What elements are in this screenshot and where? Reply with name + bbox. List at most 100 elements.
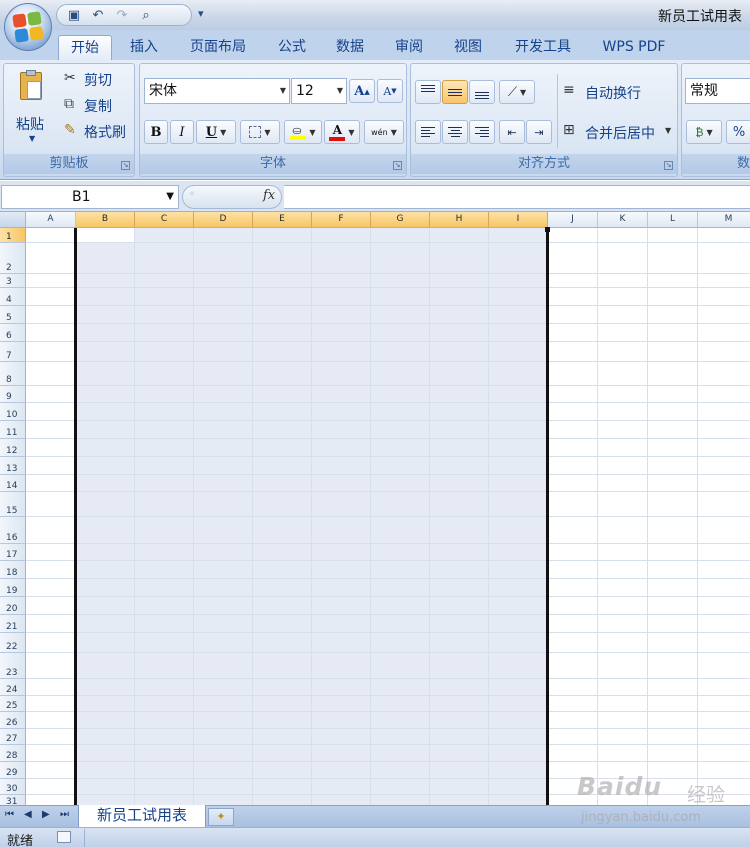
- align-top-button[interactable]: [415, 80, 441, 104]
- select-all-button[interactable]: [0, 212, 26, 228]
- column-header-g[interactable]: G: [371, 212, 430, 228]
- column-header-k[interactable]: K: [598, 212, 648, 228]
- font-launcher-icon[interactable]: ↘: [393, 161, 402, 170]
- row-header-15[interactable]: 15: [0, 492, 26, 517]
- column-header-d[interactable]: D: [194, 212, 253, 228]
- column-header-f[interactable]: F: [312, 212, 371, 228]
- fill-color-button[interactable]: ⛀ ▼: [284, 120, 322, 144]
- row-header-31[interactable]: 31: [0, 795, 26, 805]
- alignment-launcher-icon[interactable]: ↘: [664, 161, 673, 170]
- align-left-button[interactable]: [415, 120, 441, 144]
- column-header-l[interactable]: L: [648, 212, 698, 228]
- chevron-down-icon[interactable]: ▼: [665, 126, 671, 135]
- increase-indent-button[interactable]: ⇥: [526, 120, 552, 144]
- orientation-button[interactable]: ⟋ ▼: [499, 80, 535, 104]
- save-icon[interactable]: ▣: [65, 8, 83, 23]
- phonetic-guide-button[interactable]: wén ▼: [364, 120, 404, 144]
- number-format-select[interactable]: 常规: [685, 78, 750, 104]
- font-name-select[interactable]: 宋体 ▼: [144, 78, 290, 104]
- tab-data[interactable]: 数据: [328, 35, 372, 60]
- row-header-29[interactable]: 29: [0, 762, 26, 779]
- row-header-28[interactable]: 28: [0, 745, 26, 762]
- tab-page-layout[interactable]: 页面布局: [181, 35, 255, 60]
- copy-button[interactable]: ⧉ 复制: [62, 94, 132, 116]
- row-header-11[interactable]: 11: [0, 421, 26, 439]
- column-header-h[interactable]: H: [430, 212, 489, 228]
- format-painter-button[interactable]: ✎ 格式刷: [62, 120, 134, 142]
- font-color-button[interactable]: A ▼: [324, 120, 360, 144]
- align-bottom-button[interactable]: [469, 80, 495, 104]
- macro-record-icon[interactable]: [57, 831, 71, 843]
- prev-sheet-icon[interactable]: ◀: [24, 809, 32, 820]
- grip-icon[interactable]: ◦: [189, 189, 195, 200]
- borders-button[interactable]: ▼: [240, 120, 280, 144]
- merge-center-button[interactable]: ⊞ 合并后居中 ▼: [561, 120, 677, 144]
- wrap-text-button[interactable]: ≡ 自动换行: [561, 80, 673, 104]
- row-header-25[interactable]: 25: [0, 696, 26, 712]
- row-header-18[interactable]: 18: [0, 561, 26, 579]
- column-header-i[interactable]: I: [489, 212, 548, 228]
- percent-style-button[interactable]: %: [726, 120, 750, 144]
- row-header-8[interactable]: 8: [0, 362, 26, 386]
- undo-icon[interactable]: ↶: [89, 8, 107, 23]
- row-header-6[interactable]: 6: [0, 324, 26, 342]
- column-header-b[interactable]: B: [76, 212, 135, 228]
- align-middle-button[interactable]: [442, 80, 468, 104]
- column-header-e[interactable]: E: [253, 212, 312, 228]
- row-header-17[interactable]: 17: [0, 544, 26, 561]
- row-header-4[interactable]: 4: [0, 288, 26, 306]
- row-header-13[interactable]: 13: [0, 457, 26, 475]
- tab-view[interactable]: 视图: [446, 35, 490, 60]
- tab-developer[interactable]: 开发工具: [505, 35, 581, 60]
- tab-formulas[interactable]: 公式: [270, 35, 314, 60]
- underline-button[interactable]: U ▼: [196, 120, 236, 144]
- paste-dropdown-icon[interactable]: ▼: [29, 134, 35, 143]
- clipboard-launcher-icon[interactable]: ↘: [121, 161, 130, 170]
- row-header-5[interactable]: 5: [0, 306, 26, 324]
- first-sheet-icon[interactable]: ⏮: [5, 809, 14, 820]
- row-header-14[interactable]: 14: [0, 475, 26, 492]
- print-preview-icon[interactable]: ⌕: [137, 8, 155, 23]
- row-header-24[interactable]: 24: [0, 679, 26, 696]
- insert-sheet-icon[interactable]: ✦: [208, 808, 234, 826]
- row-header-1[interactable]: 1: [0, 228, 26, 243]
- grow-font-button[interactable]: A ▲: [349, 79, 375, 103]
- formula-input[interactable]: [284, 185, 750, 209]
- row-header-16[interactable]: 16: [0, 517, 26, 544]
- paste-button[interactable]: 粘贴 ▼: [10, 70, 56, 150]
- row-header-7[interactable]: 7: [0, 342, 26, 362]
- italic-button[interactable]: I: [170, 120, 194, 144]
- accounting-format-button[interactable]: ₿ ▼: [686, 120, 722, 144]
- font-size-select[interactable]: 12 ▼: [291, 78, 347, 104]
- row-header-21[interactable]: 21: [0, 615, 26, 633]
- row-header-22[interactable]: 22: [0, 633, 26, 653]
- customize-qat-icon[interactable]: ▾: [198, 7, 204, 20]
- shrink-font-button[interactable]: A ▼: [377, 79, 403, 103]
- row-header-12[interactable]: 12: [0, 439, 26, 457]
- redo-icon[interactable]: ↷: [113, 8, 131, 23]
- name-box[interactable]: B1 ▼: [1, 185, 179, 209]
- insert-function-button[interactable]: fx: [263, 188, 275, 203]
- row-header-26[interactable]: 26: [0, 712, 26, 729]
- row-header-27[interactable]: 27: [0, 729, 26, 745]
- column-header-c[interactable]: C: [135, 212, 194, 228]
- bold-button[interactable]: B: [144, 120, 168, 144]
- sheet-tab[interactable]: 新员工试用表: [78, 805, 206, 828]
- column-header-m[interactable]: M: [698, 212, 750, 228]
- align-center-button[interactable]: [442, 120, 468, 144]
- row-header-9[interactable]: 9: [0, 386, 26, 403]
- column-header-j[interactable]: J: [548, 212, 598, 228]
- column-header-a[interactable]: A: [26, 212, 76, 228]
- row-header-10[interactable]: 10: [0, 403, 26, 421]
- tab-insert[interactable]: 插入: [122, 35, 166, 60]
- chevron-down-icon[interactable]: ▼: [166, 186, 174, 208]
- row-header-3[interactable]: 3: [0, 274, 26, 288]
- tab-review[interactable]: 审阅: [387, 35, 431, 60]
- cut-button[interactable]: ✂ 剪切: [62, 68, 132, 90]
- row-header-2[interactable]: 2: [0, 243, 26, 274]
- row-header-20[interactable]: 20: [0, 597, 26, 615]
- fill-handle[interactable]: [545, 227, 550, 232]
- row-header-23[interactable]: 23: [0, 653, 26, 679]
- row-header-19[interactable]: 19: [0, 579, 26, 597]
- decrease-indent-button[interactable]: ⇤: [499, 120, 525, 144]
